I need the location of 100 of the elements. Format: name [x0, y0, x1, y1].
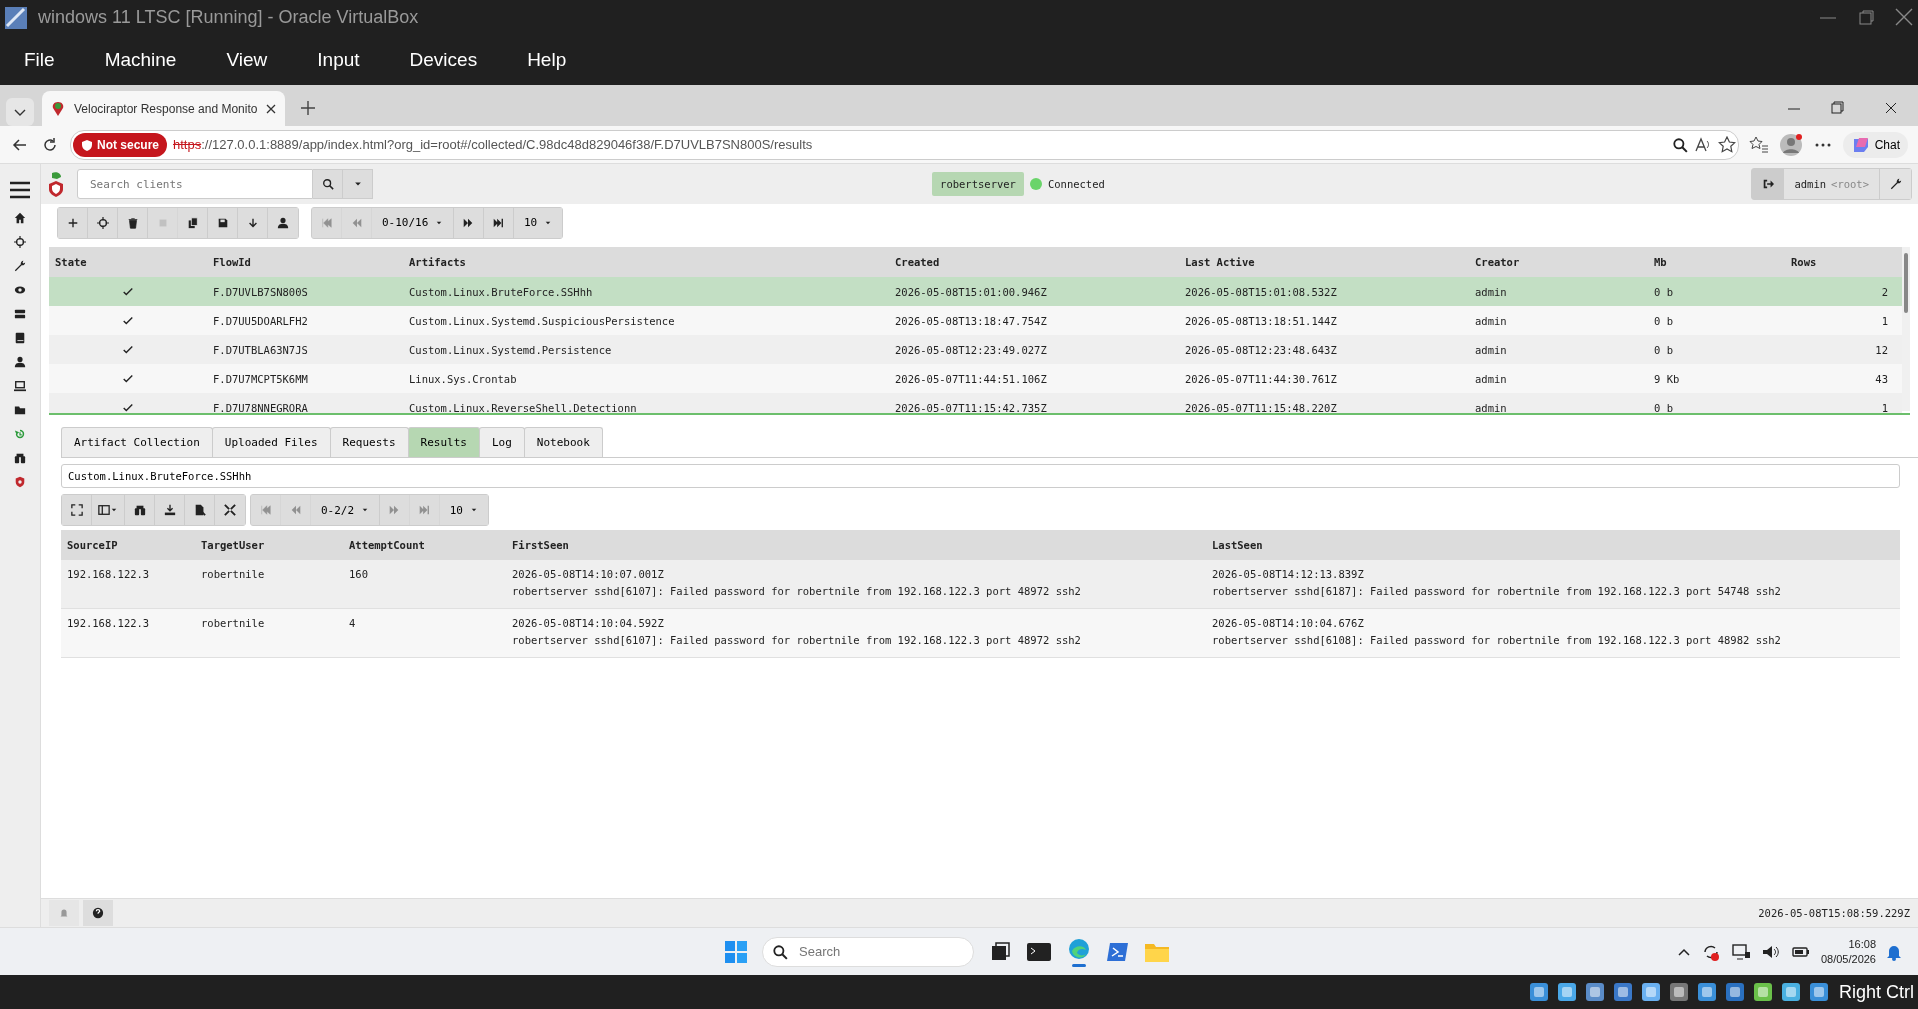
column-header[interactable]: Rows: [1785, 256, 1902, 268]
tab[interactable]: Log: [478, 427, 525, 457]
column-header[interactable]: FirstSeen: [506, 539, 1206, 551]
tab[interactable]: Results: [407, 427, 480, 457]
table-row[interactable]: F.D7UTBLA63N7JS Custom.Linux.Systemd.Persistence 2026-05-08T12:23:49.027Z 2026-05-08T12:23:48.643Z admin 0 b 12: [49, 335, 1902, 364]
book-icon[interactable]: [14, 332, 26, 344]
close-icon[interactable]: [265, 102, 278, 115]
status-indicator-icon[interactable]: [1555, 980, 1579, 1004]
scrollbar[interactable]: [1902, 247, 1910, 411]
column-header[interactable]: SourceIP: [61, 539, 195, 551]
status-indicator-icon[interactable]: [1695, 980, 1719, 1004]
profile-avatar-icon[interactable]: [1778, 132, 1803, 157]
tab[interactable]: Requests: [329, 427, 409, 457]
caret-icon: [110, 506, 118, 514]
user-icon[interactable]: [14, 356, 26, 368]
user-name[interactable]: admin: [1794, 178, 1827, 190]
table-cell-text: admin: [1474, 401, 1508, 413]
clock-date[interactable]: 08/05/2026: [1820, 951, 1876, 967]
column-header[interactable]: Last Active: [1179, 256, 1469, 268]
column-header[interactable]: TargetUser: [195, 539, 343, 551]
status-indicator-icon[interactable]: [1527, 980, 1551, 1004]
column-header[interactable]: FlowId: [207, 256, 403, 268]
caret-icon: [360, 506, 369, 514]
crosshair-icon[interactable]: [14, 236, 26, 248]
status-indicator-icon[interactable]: [1583, 980, 1607, 1004]
terminal-icon[interactable]: [1026, 940, 1052, 963]
next-page-icon: [462, 216, 475, 229]
first-page-icon: [320, 216, 333, 229]
read-aloud-icon[interactable]: [1693, 135, 1712, 154]
table-cell-text: 0 b: [1653, 343, 1674, 356]
menu-icon[interactable]: [9, 180, 31, 200]
column-header[interactable]: Artifacts: [403, 256, 889, 268]
chat-button[interactable]: Chat: [1842, 131, 1908, 158]
column-header[interactable]: LastSeen: [1206, 539, 1900, 551]
status-indicator-icon[interactable]: [1667, 980, 1691, 1004]
column-header[interactable]: State: [49, 256, 207, 268]
table-cell-text: 192.168.122.3: [66, 567, 151, 582]
table-row[interactable]: F.D7U7MCPT5K6MM Linux.Sys.Crontab 2026-05-07T11:44:51.106Z 2026-05-07T11:44:30.761Z admin 9 Kb 43: [49, 364, 1902, 393]
eye-icon[interactable]: [14, 284, 26, 296]
star-icon[interactable]: [1717, 135, 1736, 154]
table-cell-text: F.D7U78NNEGRORA: [212, 401, 309, 413]
menu-item[interactable]: View: [226, 49, 268, 71]
status-indicator-icon[interactable]: [1751, 980, 1775, 1004]
table-cell-text: robertnile: [200, 567, 266, 582]
logout-button[interactable]: [1752, 169, 1785, 199]
table-row[interactable]: F.D7UU5DOARLFH2 Custom.Linux.Systemd.SuspiciousPersistence 2026-05-08T13:18:47.754Z 2026-05-08T13:18:51.144Z admin 0 b 1: [49, 306, 1902, 335]
cell-line: 2026-05-08T14:10:07.001Z: [512, 567, 665, 582]
tab[interactable]: Artifact Collection: [61, 427, 213, 457]
table-cell-text: 2026-05-08T12:23:48.643Z: [1184, 343, 1338, 356]
user-icon: [277, 216, 289, 229]
tab-list-button[interactable]: [6, 98, 34, 126]
clock-time[interactable]: 16:08: [1820, 936, 1876, 952]
menu-item[interactable]: Input: [317, 49, 360, 71]
table-cell-text: F.D7UU5DOARLFH2: [212, 314, 309, 327]
column-header[interactable]: AttemptCount: [343, 539, 506, 551]
last-page-icon: [492, 216, 505, 229]
client-search-field[interactable]: Search clients: [77, 169, 313, 199]
menu-item[interactable]: Devices: [409, 49, 478, 71]
table-cell-text: 2026-05-08T15:01:08.532Z: [1184, 285, 1338, 298]
search-button[interactable]: [313, 169, 343, 199]
menu-item[interactable]: File: [24, 49, 55, 71]
artifact-name-field[interactable]: Custom.Linux.BruteForce.SSHhh: [61, 464, 1900, 488]
taskbar-search-field[interactable]: Search: [762, 936, 974, 967]
column-header[interactable]: Mb: [1648, 256, 1785, 268]
help-button[interactable]: [83, 900, 113, 926]
server-icon[interactable]: [14, 308, 26, 320]
shield-icon[interactable]: [14, 476, 26, 488]
status-indicator-icon[interactable]: [1807, 980, 1831, 1004]
column-header[interactable]: Created: [889, 256, 1179, 268]
download-icon: [163, 504, 176, 516]
table-row[interactable]: F.D7UVLB7SN800S Custom.Linux.BruteForce.SSHhh 2026-05-08T15:01:00.946Z 2026-05-08T15:01:08.532Z admin 0 b 2: [49, 277, 1902, 306]
status-indicator-icon[interactable]: [1723, 980, 1747, 1004]
favorites-icon[interactable]: [1748, 135, 1769, 154]
fullscreen-button[interactable]: [62, 495, 92, 525]
table-cell-text: admin: [1474, 343, 1508, 356]
laptop-icon[interactable]: [14, 380, 26, 392]
host-key-label: Right Ctrl: [1839, 981, 1914, 1003]
network-icon[interactable]: [1730, 941, 1751, 962]
history-icon[interactable]: [14, 428, 26, 440]
status-indicator-icon[interactable]: [1639, 980, 1663, 1004]
wrench-icon[interactable]: [14, 260, 26, 272]
tab[interactable]: Uploaded Files: [211, 427, 331, 457]
table-row[interactable]: F.D7U78NNEGRORA Custom.Linux.ReverseShell.Detectionn 2026-05-07T11:15:42.735Z 2026-05-07T11:15:48.220Z admin 0 b 1: [49, 393, 1902, 413]
windows-start-icon[interactable]: [724, 939, 748, 964]
menu-item[interactable]: Help: [527, 49, 567, 71]
url-text[interactable]: https://127.0.0.1:8889/app/index.html?org_id=root#/collected/C.98dc48d829046f38/F.D7UVLB7SN800S/results: [173, 137, 813, 152]
tab[interactable]: Notebook: [523, 427, 603, 457]
status-indicator-icon[interactable]: [1611, 980, 1635, 1004]
client-name[interactable]: robertserver: [932, 172, 1024, 196]
menu-item[interactable]: Machine: [104, 49, 177, 71]
browser-tab[interactable]: Velociraptor Response and Monito: [42, 91, 286, 126]
not-secure-badge[interactable]: Not secure: [73, 132, 168, 157]
home-icon[interactable]: [14, 212, 26, 224]
status-indicator-icon[interactable]: [1779, 980, 1803, 1004]
new-collection-button[interactable]: [58, 207, 88, 238]
column-header[interactable]: Creator: [1469, 256, 1648, 268]
table-cell-text: 2026-05-07T11:15:48.220Z: [1184, 401, 1338, 413]
table-cell-text: robertnile: [200, 616, 266, 631]
folder-icon[interactable]: [14, 404, 26, 416]
binoculars-icon[interactable]: [14, 452, 26, 464]
